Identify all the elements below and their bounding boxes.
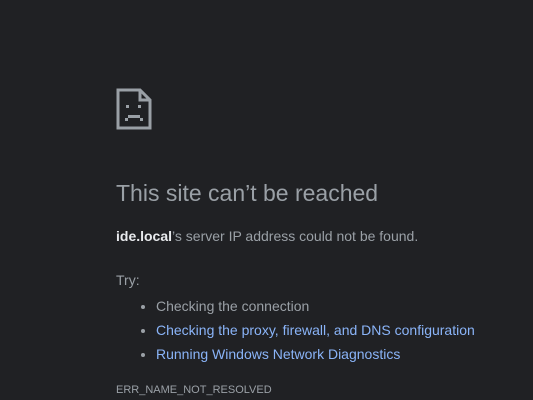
page-title: This site can’t be reached <box>116 180 379 206</box>
sad-page-icon <box>116 88 152 130</box>
suggestion-label: Checking the connection <box>156 298 310 314</box>
host-name: ide.local <box>116 228 173 244</box>
suggestion-network-diagnostics[interactable]: Running Windows Network Diagnostics <box>156 342 516 366</box>
suggestion-check-connection: Checking the connection <box>156 294 516 318</box>
error-summary: ide.local’s server IP address could not … <box>116 226 516 246</box>
suggestion-check-proxy[interactable]: Checking the proxy, firewall, and DNS co… <box>156 318 516 342</box>
network-diagnostics-link[interactable]: Running Windows Network Diagnostics <box>156 346 400 362</box>
suggestions-list: Checking the connection Checking the pro… <box>116 294 516 366</box>
error-code: ERR_NAME_NOT_RESOLVED <box>116 384 272 396</box>
try-label: Try: <box>116 272 140 288</box>
check-proxy-link[interactable]: Checking the proxy, firewall, and DNS co… <box>156 322 475 338</box>
error-message: ’s server IP address could not be found. <box>172 228 419 244</box>
error-page: This site can’t be reached ide.local’s s… <box>116 88 516 397</box>
